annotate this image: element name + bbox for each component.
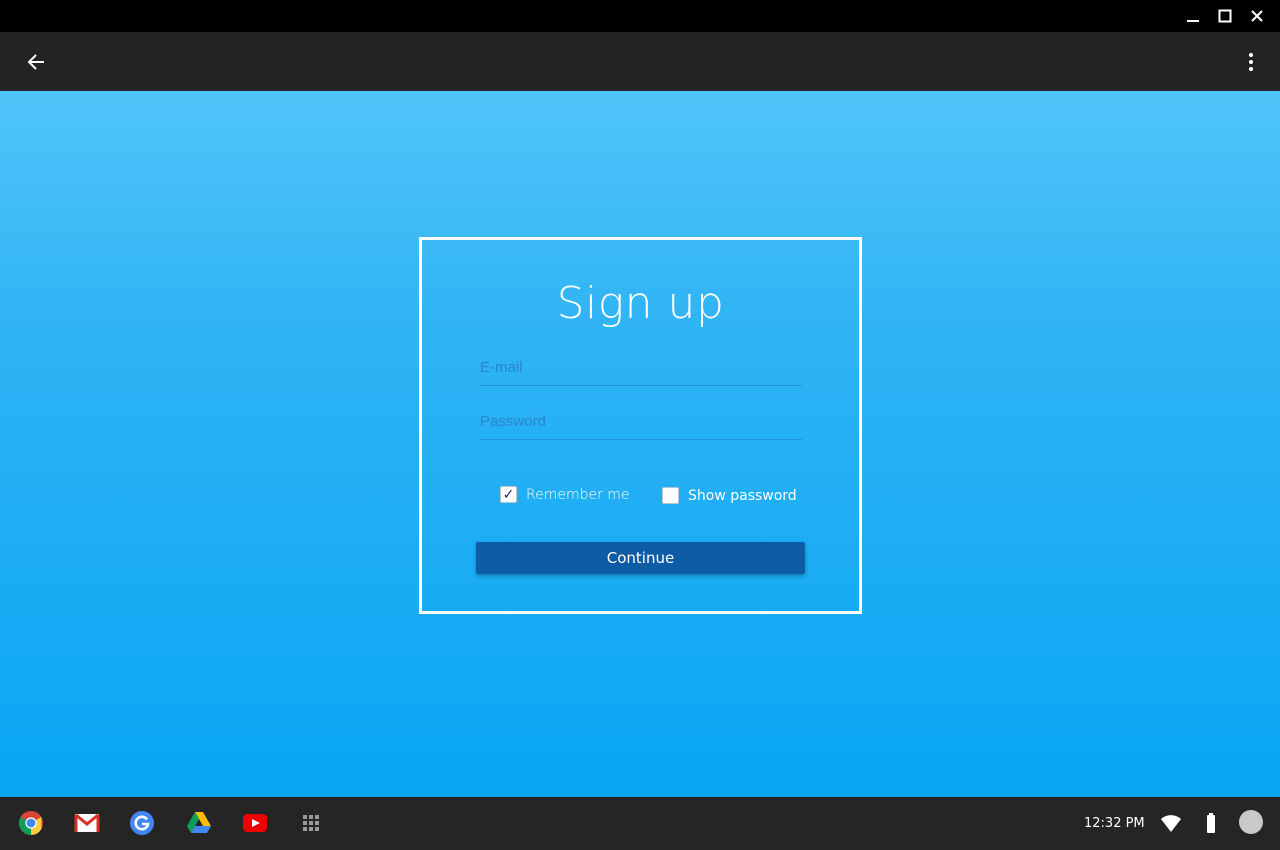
battery-icon[interactable] <box>1205 812 1217 834</box>
gmail-app-button[interactable] <box>73 809 101 837</box>
more-options-button[interactable] <box>1236 44 1266 80</box>
maximize-button[interactable] <box>1209 0 1241 32</box>
checkmark-icon: ✓ <box>502 486 515 503</box>
chrome-app-button[interactable] <box>17 809 45 837</box>
content-area: Sign up ✓ Remember me Show password Cont… <box>0 91 1280 797</box>
drive-app-button[interactable] <box>185 809 213 837</box>
remember-me-checkbox[interactable]: ✓ <box>500 486 517 503</box>
show-password-option[interactable]: Show password <box>662 487 797 504</box>
remember-me-label: Remember me <box>526 486 630 503</box>
app-bar <box>0 32 1280 91</box>
drive-icon <box>187 812 211 833</box>
minimize-icon <box>1187 20 1199 22</box>
signup-title: Sign up <box>556 278 725 329</box>
maximize-icon <box>1218 9 1232 23</box>
chrome-icon <box>18 811 43 835</box>
gmail-icon <box>74 813 100 832</box>
window-titlebar <box>0 0 1280 32</box>
google-app-button[interactable] <box>128 809 156 837</box>
password-field-container <box>480 406 802 440</box>
app-launcher-icon <box>303 815 319 831</box>
status-clock[interactable]: 12:32 PM <box>1084 816 1145 831</box>
signup-card: Sign up ✓ Remember me Show password Cont… <box>419 237 862 614</box>
email-field-container <box>480 352 802 386</box>
close-icon <box>1251 10 1263 22</box>
show-password-checkbox[interactable] <box>662 487 679 504</box>
youtube-app-button[interactable] <box>241 809 269 837</box>
youtube-icon <box>243 814 267 832</box>
show-password-label: Show password <box>688 487 797 504</box>
google-icon <box>130 811 154 835</box>
minimize-button[interactable] <box>1177 0 1209 32</box>
wifi-icon[interactable] <box>1160 813 1182 833</box>
remember-me-option[interactable]: ✓ Remember me <box>500 486 630 503</box>
app-launcher-button[interactable] <box>297 809 325 837</box>
email-field[interactable] <box>480 352 802 382</box>
close-button[interactable] <box>1241 0 1273 32</box>
avatar[interactable] <box>1239 810 1263 834</box>
system-shelf: 12:32 PM <box>0 797 1280 850</box>
continue-button[interactable]: Continue <box>476 542 805 574</box>
arrow-back-icon <box>27 54 44 70</box>
back-button[interactable] <box>18 44 54 80</box>
more-vert-icon <box>1249 53 1253 71</box>
password-field[interactable] <box>480 406 802 436</box>
